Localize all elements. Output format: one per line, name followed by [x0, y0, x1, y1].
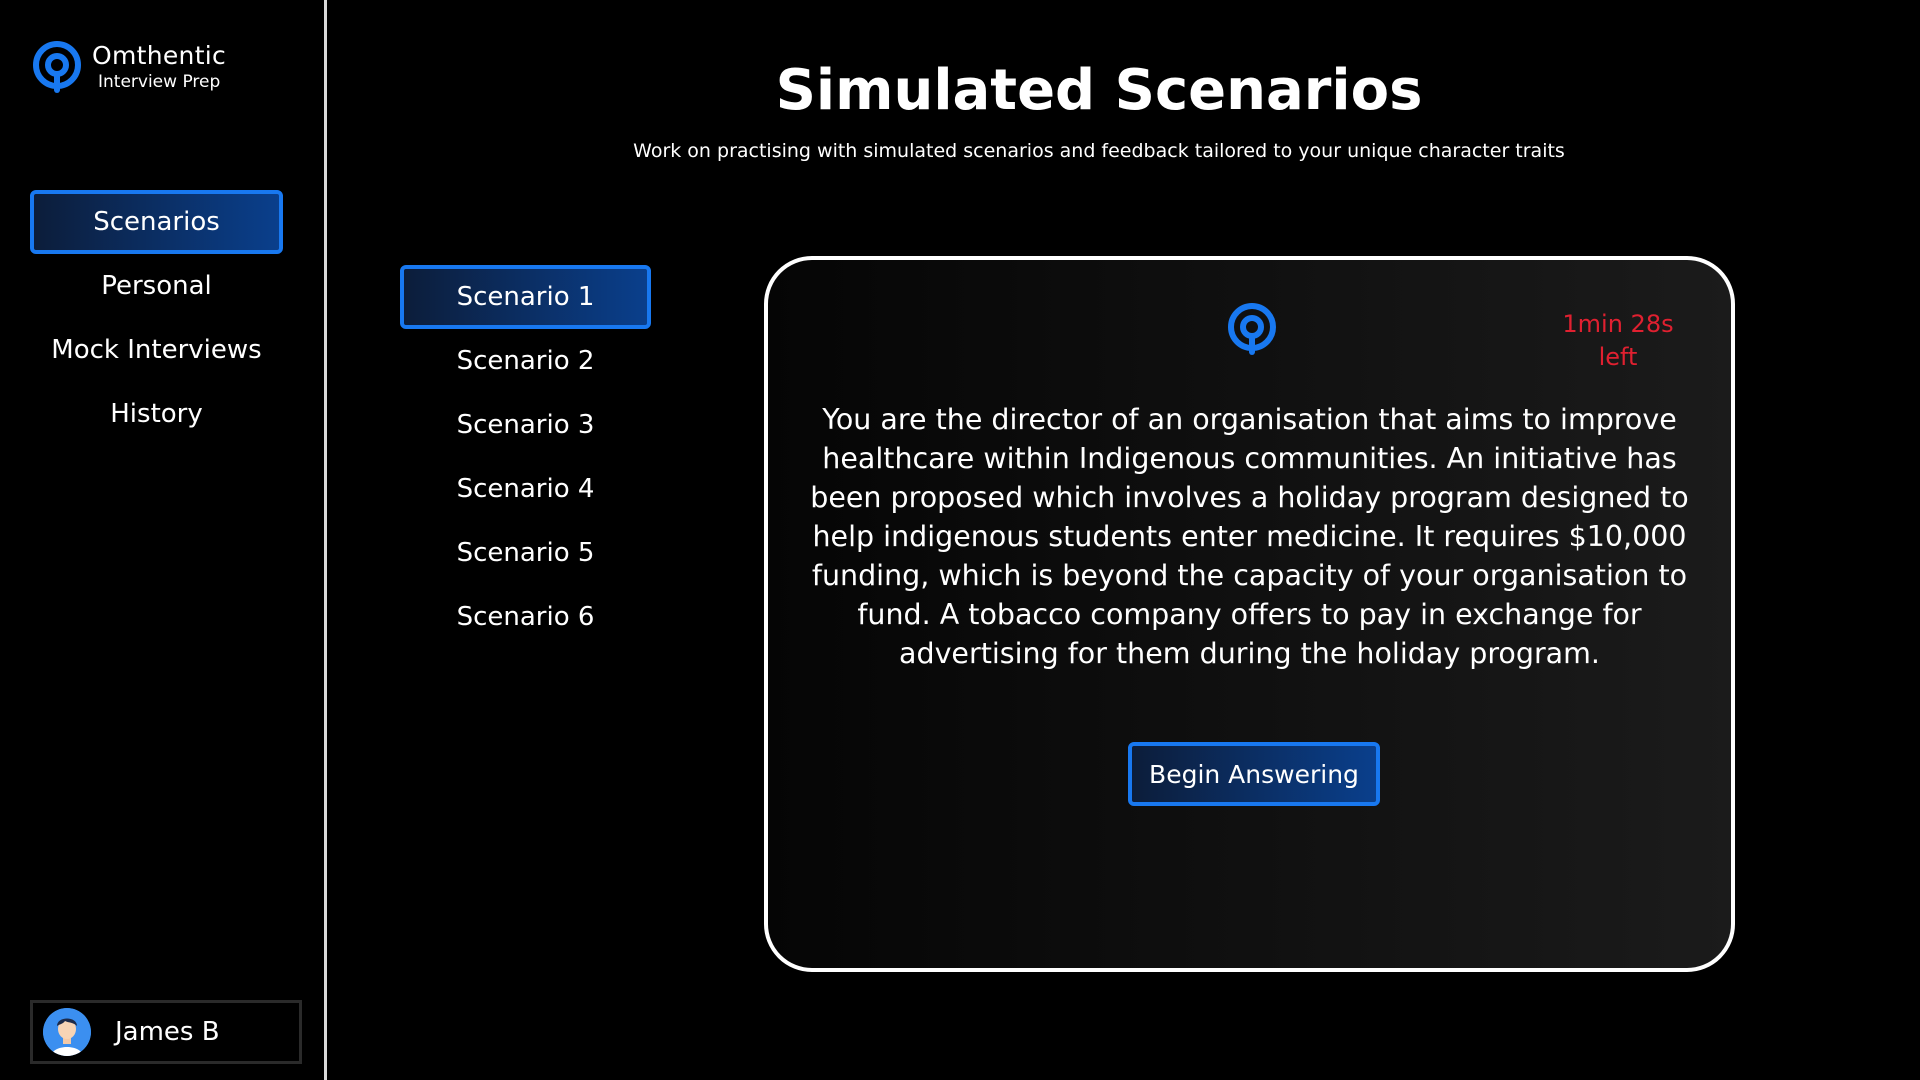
sidebar: Omthentic Interview Prep Scenarios Perso…	[0, 0, 327, 1080]
begin-answering-button[interactable]: Begin Answering	[1128, 742, 1380, 806]
brand-logo-icon	[1228, 303, 1276, 355]
sidebar-item-personal[interactable]: Personal	[30, 254, 283, 318]
user-profile[interactable]: James B	[30, 1000, 302, 1064]
app: Omthentic Interview Prep Scenarios Perso…	[0, 0, 1920, 1080]
sidebar-nav: Scenarios Personal Mock Interviews Histo…	[30, 190, 283, 446]
scenario-item-3[interactable]: Scenario 3	[400, 393, 651, 457]
scenario-prompt: You are the director of an organisation …	[810, 403, 1689, 670]
timer-suffix: left	[1598, 343, 1638, 371]
timer-value: 1min 28s	[1562, 310, 1674, 338]
page-title: Simulated Scenarios	[775, 58, 1423, 123]
user-avatar	[43, 1008, 91, 1056]
brand[interactable]: Omthentic Interview Prep	[30, 40, 226, 94]
brand-name: Omthentic	[92, 41, 227, 70]
sidebar-item-mock-interviews[interactable]: Mock Interviews	[30, 318, 283, 382]
scenario-item-5[interactable]: Scenario 5	[400, 521, 651, 585]
sidebar-item-scenarios[interactable]: Scenarios	[30, 190, 283, 254]
sidebar-item-history[interactable]: History	[30, 382, 283, 446]
brand-logo-icon	[33, 41, 81, 93]
scenario-item-6[interactable]: Scenario 6	[400, 585, 651, 649]
scenario-list: Scenario 1 Scenario 2 Scenario 3 Scenari…	[400, 265, 651, 649]
brand-subtitle: Interview Prep	[98, 72, 221, 92]
scenario-item-1[interactable]: Scenario 1	[400, 265, 651, 329]
countdown-timer: 1min 28s left	[1548, 308, 1688, 374]
scenario-item-2[interactable]: Scenario 2	[400, 329, 651, 393]
scenario-item-4[interactable]: Scenario 4	[400, 457, 651, 521]
page-subtitle: Work on practising with simulated scenar…	[633, 140, 1565, 162]
user-name: James B	[115, 1017, 220, 1047]
scenario-card: 1min 28s left You are the director of an…	[764, 256, 1735, 972]
